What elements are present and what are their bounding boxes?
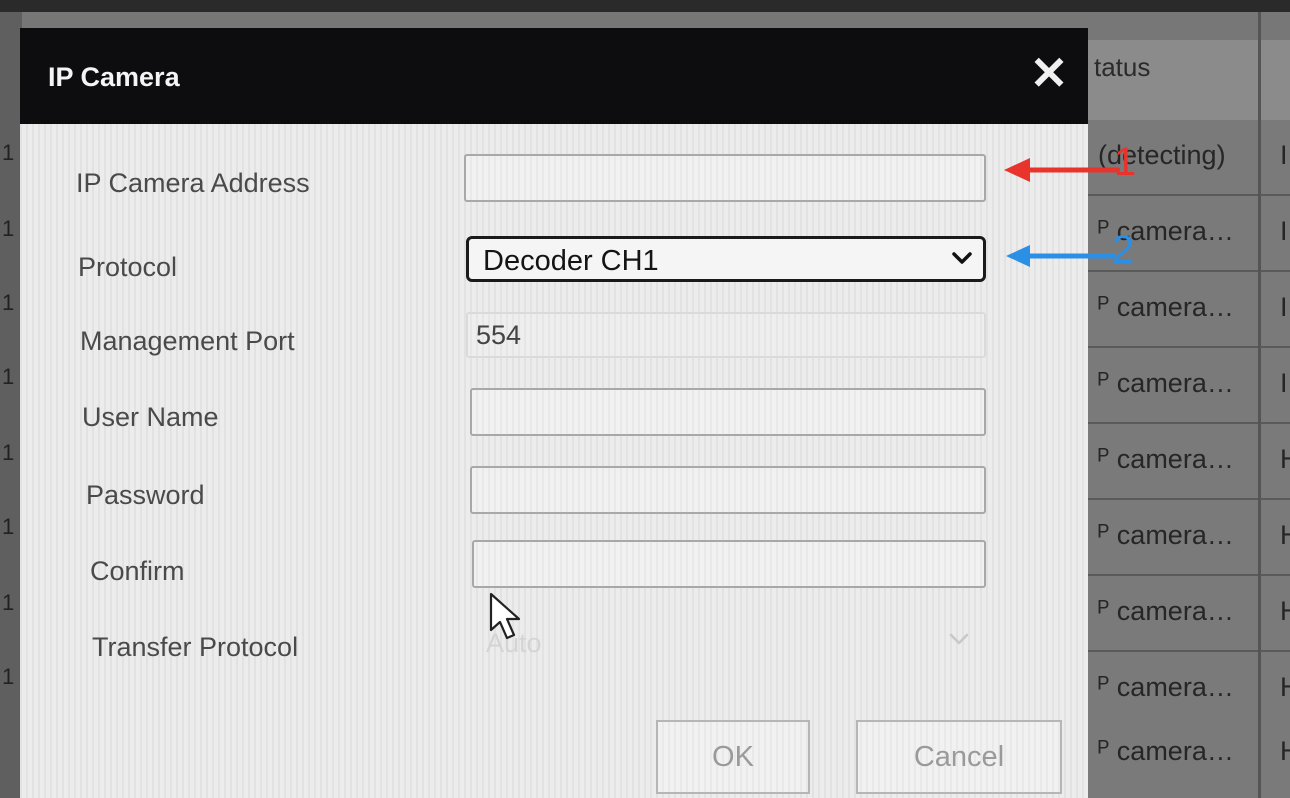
management-port-input[interactable] [466,312,986,358]
dialog-title: IP Camera [48,62,180,92]
top-strip [0,0,1290,12]
protocol-label: Protocol [78,252,178,282]
chevron-down-icon [951,243,973,280]
column-divider [1258,12,1261,798]
mouse-pointer-icon [488,592,524,647]
left-mark: 1 [2,216,15,241]
chevron-down-icon [948,624,970,661]
confirm-password-input[interactable] [472,540,986,588]
annotation-number-2: 2 [1112,228,1135,272]
status-cell: ᴾ camera… [1098,596,1234,626]
status-cell: ᴾ camera… [1098,444,1234,474]
confirm-label: Confirm [90,556,185,586]
management-port-label: Management Port [80,326,295,356]
password-label: Password [86,480,205,510]
cancel-button[interactable]: Cancel [856,720,1062,794]
left-mark: 1 [2,140,15,165]
status-cell: ᴾ camera… [1098,736,1234,766]
annotation-number-1: 1 [1114,140,1137,184]
ip-address-label: IP Camera Address [76,168,310,198]
ok-button[interactable]: OK [656,720,810,794]
protocol-select-value: Decoder CH1 [483,245,659,277]
ip-address-input[interactable] [464,154,986,202]
row-edge-mark: H [1280,444,1290,474]
left-mark: 1 [2,664,15,689]
left-mark: 1 [2,590,15,615]
status-cell: ᴾ camera… [1098,368,1234,398]
status-cell: ᴾ camera… [1098,520,1234,550]
password-input[interactable] [470,466,986,514]
left-mark: 1 [2,514,15,539]
status-cell: ᴾ camera… [1098,292,1234,322]
left-mark: 1 [2,440,15,465]
row-edge-mark: H [1280,672,1290,702]
row-edge-mark: I [1280,140,1288,170]
close-icon[interactable]: ✕ [1024,48,1074,98]
blue-arrow-icon [1006,245,1116,267]
row-edge-mark: I [1280,216,1288,246]
user-name-input[interactable] [470,388,986,436]
row-edge-mark: I [1280,368,1288,398]
left-mark: 1 [2,364,15,389]
row-edge-mark: H [1280,596,1290,626]
left-mark: 1 [2,290,15,315]
row-edge-mark: H [1280,520,1290,550]
status-cell: ᴾ camera… [1098,672,1234,702]
row-edge-mark: H [1280,736,1290,766]
red-arrow-icon [1004,158,1120,182]
transfer-protocol-label: Transfer Protocol [92,632,299,662]
row-edge-mark: I [1280,292,1288,322]
user-name-label: User Name [82,402,219,432]
transfer-protocol-select[interactable]: Auto [474,620,988,668]
status-column-header-text: tatus [1094,52,1151,82]
protocol-select[interactable]: Decoder CH1 [466,236,986,282]
dialog-titlebar[interactable]: IP Camera ✕ [20,28,1088,124]
ip-camera-dialog: IP Camera ✕ IP Camera Address Protocol D… [20,28,1088,798]
